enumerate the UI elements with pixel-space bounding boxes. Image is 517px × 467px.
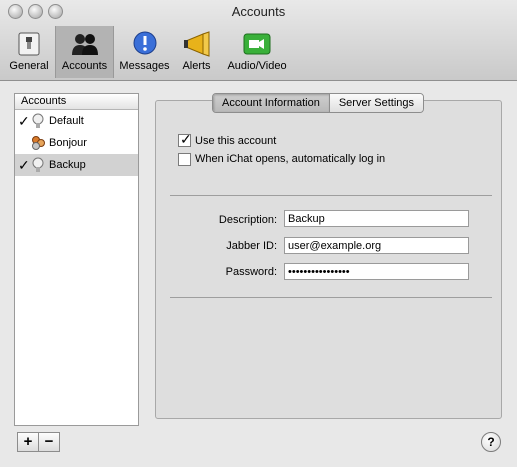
divider: [170, 195, 492, 196]
use-account-checkbox[interactable]: ✓: [178, 131, 192, 147]
speech-bubble-icon: [133, 31, 156, 55]
toolbar-accounts[interactable]: Accounts: [55, 26, 114, 78]
account-name: Default: [49, 115, 84, 127]
megaphone-icon: [183, 31, 209, 57]
account-name: Bonjour: [49, 137, 87, 149]
tab-server-settings[interactable]: Server Settings: [328, 94, 424, 112]
jabber-id-label: Jabber ID:: [226, 240, 277, 252]
account-row-bonjour[interactable]: Bonjour: [15, 132, 138, 154]
preferences-window: Accounts General Accounts Messages Alert…: [0, 0, 517, 467]
auto-login-label: When iChat opens, automatically log in: [195, 153, 386, 165]
account-row-default[interactable]: ✓ Default: [15, 110, 138, 132]
account-row-backup[interactable]: ✓ Backup: [15, 154, 138, 176]
account-settings-panel: [155, 100, 502, 419]
toolbar-alerts-label: Alerts: [182, 60, 211, 72]
toolbar-audio-video-label: Audio/Video: [227, 60, 287, 72]
use-account-label: Use this account: [195, 135, 277, 147]
help-button[interactable]: ?: [481, 432, 501, 452]
bonjour-icon: [32, 136, 45, 150]
toolbar-accounts-label: Accounts: [61, 60, 108, 72]
jabber-id-field[interactable]: user@example.org: [284, 237, 469, 254]
lightbulb-icon: [32, 113, 44, 128]
people-icon: [71, 34, 98, 55]
toolbar-messages-label: Messages: [119, 60, 170, 72]
password-field[interactable]: ••••••••••••••••: [284, 263, 469, 280]
add-account-button[interactable]: +: [17, 432, 39, 452]
description-label: Description:: [218, 214, 277, 226]
checkmark-icon: ✓: [18, 157, 30, 173]
toolbar-general-label: General: [9, 60, 49, 72]
password-label: Password:: [225, 266, 277, 278]
toolbar-messages[interactable]: Messages: [117, 26, 172, 78]
switch-icon: [18, 32, 40, 56]
checkmark-icon: ✓: [180, 131, 192, 147]
account-tabs: Account Information Server Settings: [212, 93, 425, 113]
title-bar: Accounts General Accounts Messages Alert…: [0, 0, 517, 81]
account-name: Backup: [49, 159, 86, 171]
window-title: Accounts: [231, 4, 286, 19]
lightbulb-icon: [32, 157, 44, 172]
description-field[interactable]: Backup: [284, 210, 469, 227]
auto-login-checkbox[interactable]: [178, 153, 191, 166]
accounts-list-header: Accounts: [15, 94, 138, 110]
toolbar-audio-video[interactable]: Audio/Video: [221, 26, 293, 78]
toolbar-general[interactable]: General: [6, 26, 52, 78]
tab-account-information[interactable]: Account Information: [213, 94, 329, 112]
remove-account-button[interactable]: −: [38, 432, 60, 452]
toolbar-alerts[interactable]: Alerts: [175, 26, 218, 78]
checkmark-icon: ✓: [18, 113, 30, 129]
divider: [170, 297, 492, 298]
video-camera-icon: [243, 33, 271, 55]
accounts-list[interactable]: Accounts ✓ Default Bonjour ✓ Backup: [14, 93, 139, 426]
